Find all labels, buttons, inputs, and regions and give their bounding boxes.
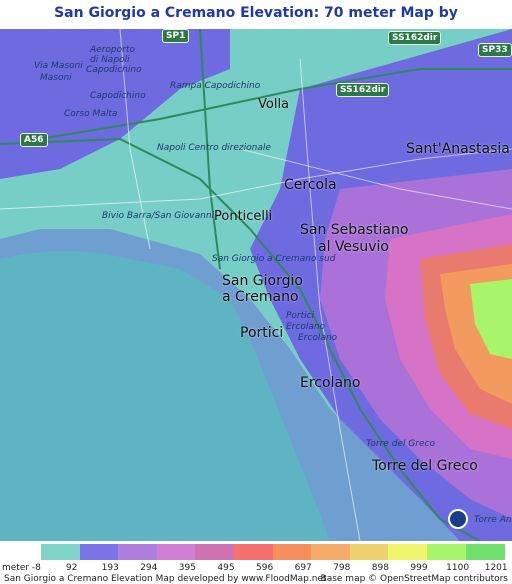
legend-swatch: [156, 544, 196, 560]
map-label-san-giorgio-sud: San Giorgio a Cremano sud: [212, 254, 336, 264]
legend-tick-label: 193: [101, 563, 119, 573]
map-label-corso-malta: Corso Malta: [64, 109, 118, 119]
openstreetmap-logo-icon: [448, 509, 468, 529]
legend-swatch: [311, 544, 351, 560]
map-label-napoli-centro-direzionale: Napoli Centro direzionale: [157, 143, 271, 153]
legend-tick-label: 395: [178, 563, 196, 573]
map-label-portici-station: Portici: [286, 311, 315, 321]
town-label-al-vesuvio: al Vesuvio: [318, 239, 389, 255]
legend-swatch: [388, 544, 428, 560]
map-label-ercolano-station-2: Ercolano: [298, 333, 338, 343]
elevation-map[interactable]: Volla Sant'Anastasia Cercola Ponticelli …: [0, 29, 512, 541]
legend-swatch: [195, 544, 235, 560]
legend-swatch: [427, 544, 466, 560]
legend-unit-label: meter -8: [2, 563, 41, 573]
road-shield-sp1: SP1: [162, 29, 190, 43]
map-label-bivio-barra: Bivio Barra/San Giovanni: [102, 211, 215, 221]
town-label-san-giorgio: San Giorgio: [222, 273, 303, 289]
footer-credit: San Giorgio a Cremano Elevation Map deve…: [4, 574, 327, 584]
map-label-masoni: Masoni: [40, 73, 72, 83]
legend-swatch: [272, 544, 312, 560]
footer-attribution: Base map © OpenStreetMap contributors: [320, 574, 508, 584]
map-label-capodichino-airport: Capodichino: [86, 65, 142, 75]
legend-tick-label: 495: [217, 563, 235, 573]
town-label-torre-del-greco: Torre del Greco: [372, 458, 478, 474]
legend-tick-label: 294: [140, 563, 158, 573]
legend-tick-label: 1100: [446, 563, 470, 573]
town-label-volla: Volla: [258, 97, 290, 112]
map-label-rampa-capodichino: Rampa Capodichino: [170, 81, 261, 91]
map-label-aeroporto: Aeroporto: [90, 45, 135, 55]
map-label-ercolano-station-1: Ercolano: [286, 322, 326, 332]
legend-tick-label: 999: [410, 563, 428, 573]
map-label-torre-annunziata: Torre Annunziata: [474, 515, 512, 525]
legend-tick-label: 697: [294, 563, 312, 573]
elevation-legend: meter -8 92 193 294 395 495 596 697 798 898 999 11…: [0, 542, 512, 584]
town-label-san-sebastiano: San Sebastiano: [300, 222, 409, 238]
page: San Giorgio a Cremano Elevation: 70 mete…: [0, 0, 512, 584]
legend-swatch: [349, 544, 389, 560]
map-label-via-masoni: Via Masoni: [34, 61, 83, 71]
town-label-portici: Portici: [240, 325, 284, 341]
town-label-sant-anastasia: Sant'Anastasia: [406, 141, 510, 157]
legend-tick-label: 1201: [484, 563, 508, 573]
road-shield-ss162dir-north: SS162dir: [388, 31, 442, 45]
town-label-cercola: Cercola: [284, 177, 337, 193]
legend-swatch: [234, 544, 273, 560]
legend-tick-label: 898: [371, 563, 389, 573]
legend-tick-label: 798: [333, 563, 351, 573]
map-label-torre-del-greco-station: Torre del Greco: [366, 439, 435, 449]
legend-tick-label: 596: [256, 563, 274, 573]
road-shield-a56: A56: [20, 133, 48, 147]
legend-tick-label: 92: [65, 563, 78, 573]
map-label-di-napoli: di Napoli: [90, 55, 130, 65]
road-shield-sp33: SP33: [478, 43, 512, 57]
town-label-a-cremano: a Cremano: [222, 289, 299, 305]
town-label-ercolano: Ercolano: [300, 375, 361, 391]
town-label-ponticelli: Ponticelli: [214, 209, 273, 224]
legend-swatch: [79, 544, 119, 560]
legend-swatch: [41, 544, 80, 560]
road-shield-ss162dir: SS162dir: [336, 83, 390, 97]
page-title: San Giorgio a Cremano Elevation: 70 mete…: [54, 5, 458, 47]
legend-swatch: [118, 544, 158, 560]
legend-swatch: [465, 544, 505, 560]
map-label-capodichino: Capodichino: [90, 91, 146, 101]
